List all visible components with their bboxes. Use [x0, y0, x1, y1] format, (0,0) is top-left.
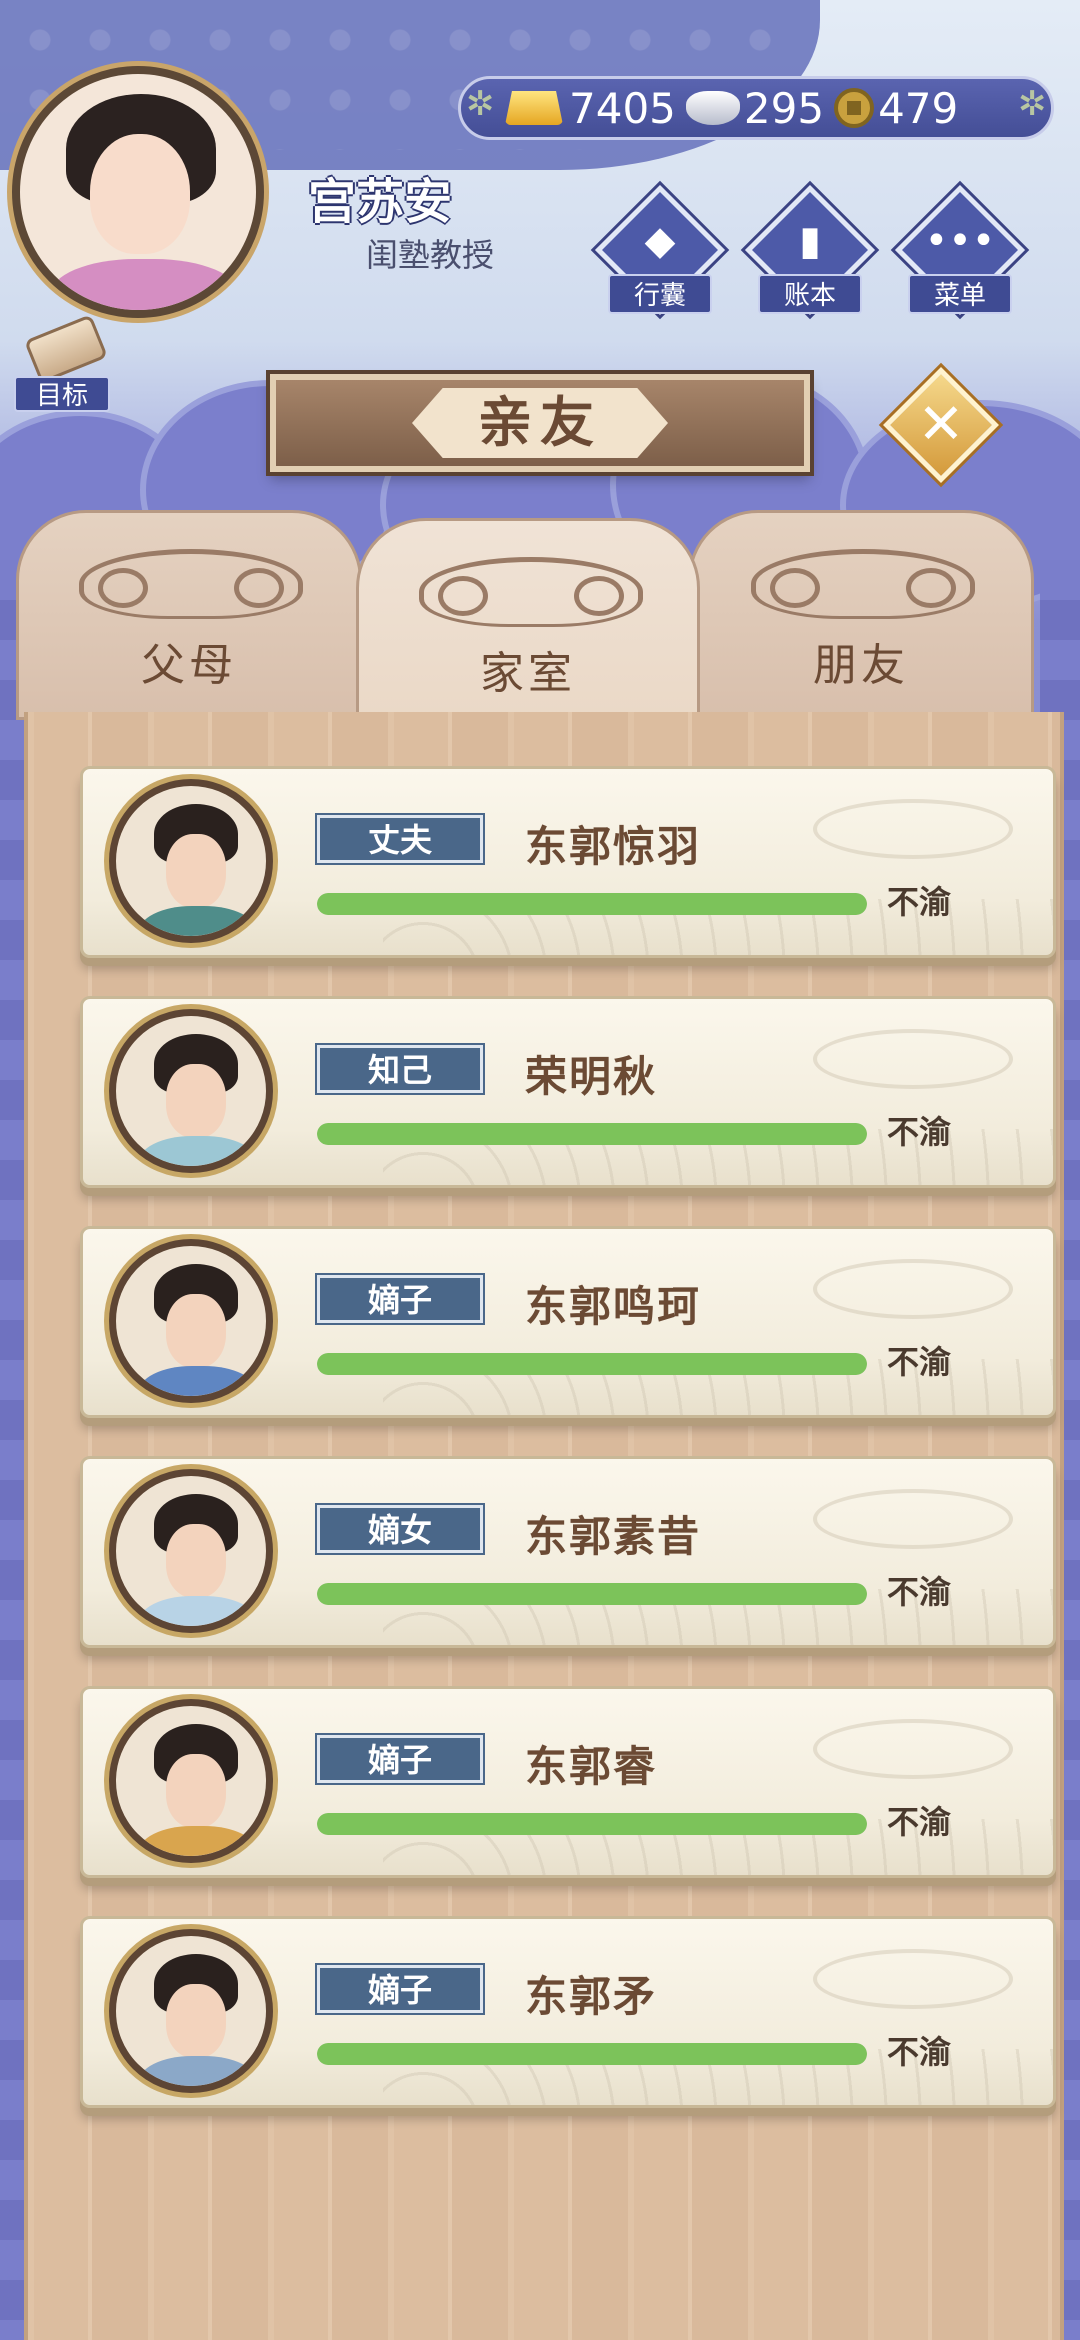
member-list-panel: 丈夫 东郭惊羽 不渝 知己 荣明秋 不渝 嫡子 东郭鸣珂 不渝 嫡女 东郭素昔 … — [24, 712, 1064, 2340]
gold-ingot-icon — [505, 91, 563, 125]
member-status: 不渝 — [887, 1573, 952, 1611]
tab-friends-label: 朋友 — [813, 640, 909, 691]
bag-label: 行囊 — [608, 274, 712, 314]
ledger-button[interactable]: ▮ 账本 — [744, 184, 876, 318]
coin-currency: 479 — [834, 84, 958, 133]
member-portrait — [109, 1699, 273, 1863]
cloud-ornament-icon — [79, 549, 303, 619]
goal-button[interactable]: 目标 — [14, 314, 114, 416]
member-role-tag: 丈夫 — [317, 815, 483, 863]
ledger-book-icon: ▮ — [798, 218, 821, 264]
currency-bar: 7405 295 479 — [458, 76, 1054, 140]
coin-amount: 479 — [878, 83, 959, 133]
member-role-tag: 知己 — [317, 1045, 483, 1093]
silver-amount: 295 — [743, 83, 825, 133]
affection-bar — [317, 2043, 867, 2065]
bag-icon: ◆ — [644, 218, 676, 264]
member-name: 东郭鸣珂 — [525, 1282, 702, 1331]
member-card[interactable]: 知己 荣明秋 不渝 — [80, 996, 1056, 1188]
silver-currency: 295 — [685, 83, 825, 133]
player-name: 宫苏安 — [308, 174, 453, 230]
silver-ingot-icon — [685, 91, 740, 125]
tab-parents-label: 父母 — [141, 640, 237, 691]
member-name: 荣明秋 — [525, 1052, 658, 1101]
member-portrait — [109, 1009, 273, 1173]
bamboo-right-icon: ✲ — [1018, 84, 1047, 124]
member-status: 不渝 — [887, 1343, 952, 1381]
member-role-tag: 嫡子 — [317, 1275, 483, 1323]
more-dots-icon: ••• — [924, 218, 996, 264]
close-icon: ✕ — [917, 392, 965, 457]
member-status: 不渝 — [887, 2033, 952, 2071]
affection-bar — [317, 1813, 867, 1835]
tab-household-label: 家室 — [480, 648, 576, 699]
player-title: 闺塾教授 — [366, 236, 495, 274]
member-status: 不渝 — [887, 1803, 952, 1841]
affection-bar — [317, 1123, 867, 1145]
member-card[interactable]: 嫡女 东郭素昔 不渝 — [80, 1456, 1056, 1648]
tab-parents[interactable]: 父母 — [16, 510, 362, 720]
bamboo-left-icon: ✲ — [466, 84, 495, 124]
tab-friends[interactable]: 朋友 — [688, 510, 1034, 720]
member-card[interactable]: 嫡子 东郭鸣珂 不渝 — [80, 1226, 1056, 1418]
affection-bar — [317, 1353, 867, 1375]
member-card[interactable]: 嫡子 东郭睿 不渝 — [80, 1686, 1056, 1878]
member-status: 不渝 — [887, 883, 952, 921]
page-title: 亲友 — [412, 388, 668, 458]
gold-amount: 7405 — [569, 83, 676, 133]
affection-bar — [317, 1583, 867, 1605]
bag-button[interactable]: ◆ 行囊 — [594, 184, 726, 318]
copper-coin-icon — [834, 88, 875, 128]
cloud-ornament-icon — [751, 549, 975, 619]
tab-household[interactable]: 家室 — [356, 518, 700, 728]
member-role-tag: 嫡子 — [317, 1735, 483, 1783]
member-name: 东郭素昔 — [525, 1512, 702, 1561]
goal-label: 目标 — [14, 376, 110, 412]
member-status: 不渝 — [887, 1113, 952, 1151]
member-portrait — [109, 1239, 273, 1403]
member-role-tag: 嫡女 — [317, 1505, 483, 1553]
ledger-label: 账本 — [758, 274, 862, 314]
member-name: 东郭矛 — [525, 1972, 658, 2021]
player-avatar[interactable] — [12, 66, 264, 318]
gold-currency: 7405 — [505, 84, 676, 133]
member-portrait — [109, 779, 273, 943]
menu-button[interactable]: ••• 菜单 — [894, 184, 1026, 318]
affection-bar — [317, 893, 867, 915]
member-card[interactable]: 丈夫 东郭惊羽 不渝 — [80, 766, 1056, 958]
member-role-tag: 嫡子 — [317, 1965, 483, 2013]
cloud-ornament-icon — [419, 557, 643, 627]
member-name: 东郭睿 — [525, 1742, 658, 1791]
member-name: 东郭惊羽 — [525, 822, 702, 871]
member-portrait — [109, 1929, 273, 2093]
page-title-banner: 亲友 — [270, 374, 810, 472]
member-portrait — [109, 1469, 273, 1633]
menu-label: 菜单 — [908, 274, 1012, 314]
member-card[interactable]: 嫡子 东郭矛 不渝 — [80, 1916, 1056, 2108]
